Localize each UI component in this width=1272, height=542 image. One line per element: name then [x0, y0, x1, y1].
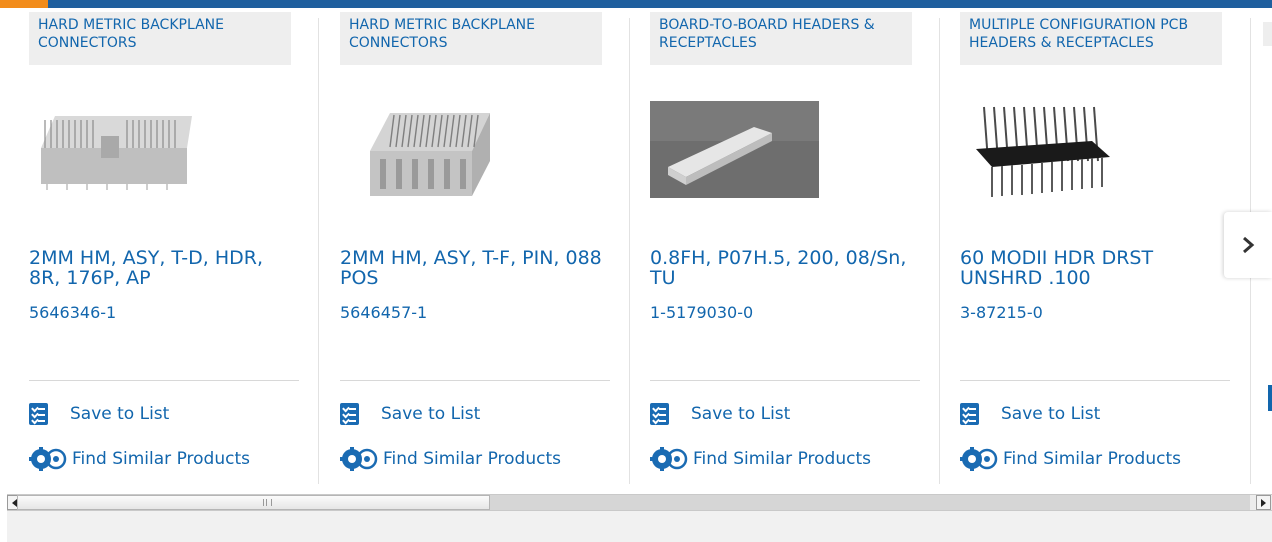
product-card: BOARD-TO-BOARD HEADERS & RECEPTACLES 0.8… [631, 8, 921, 484]
product-image[interactable] [974, 101, 1119, 201]
top-accent-bar [0, 0, 1272, 8]
find-similar-products-button[interactable]: Find Similar Products [960, 447, 1181, 471]
scroll-right-button[interactable] [1256, 495, 1271, 510]
part-number-link[interactable]: 1-5179030-0 [650, 303, 753, 322]
carousel-next-button[interactable] [1224, 212, 1272, 278]
product-title-link[interactable]: 60 MODII HDR DRST UNSHRD .100 [960, 248, 1222, 288]
product-title-link[interactable]: 2MM HM, ASY, T-D, HDR, 8R, 176P, AP [29, 248, 291, 288]
product-card: HARD METRIC BACKPLANE CONNECTORS 2MM HM,… [321, 8, 611, 484]
product-title-link[interactable]: 2MM HM, ASY, T-F, PIN, 088 POS [340, 248, 602, 288]
save-to-list-label: Save to List [381, 404, 481, 424]
product-image[interactable] [37, 108, 192, 190]
checklist-icon [960, 403, 979, 425]
find-similar-label: Find Similar Products [693, 449, 871, 469]
find-similar-products-button[interactable]: Find Similar Products [340, 447, 561, 471]
category-label[interactable]: MULTIPLE CONFIGURATION PCB HEADERS & REC… [960, 12, 1222, 65]
save-to-list-label: Save to List [70, 404, 170, 424]
divider [29, 380, 299, 381]
arrow-right-icon [1261, 498, 1266, 507]
save-to-list-label: Save to List [691, 404, 791, 424]
scrollbar-track[interactable] [490, 495, 1250, 510]
divider [960, 380, 1230, 381]
category-label[interactable]: HARD METRIC BACKPLANE CONNECTORS [340, 12, 602, 65]
product-image[interactable] [650, 101, 819, 198]
save-to-list-button[interactable]: Save to List [29, 402, 169, 426]
next-card-category-edge [1263, 22, 1272, 46]
gears-icon [650, 447, 688, 471]
checklist-icon [650, 403, 669, 425]
gears-icon [340, 447, 378, 471]
horizontal-scrollbar[interactable] [7, 494, 1272, 511]
save-to-list-button[interactable]: Save to List [340, 402, 480, 426]
part-number-link[interactable]: 3-87215-0 [960, 303, 1043, 322]
gears-icon [29, 447, 67, 471]
top-accent-highlight [0, 0, 48, 8]
find-similar-products-button[interactable]: Find Similar Products [650, 447, 871, 471]
product-card: MULTIPLE CONFIGURATION PCB HEADERS & REC… [941, 8, 1231, 484]
bottom-gutter [7, 511, 1272, 542]
category-label[interactable]: BOARD-TO-BOARD HEADERS & RECEPTACLES [650, 12, 912, 65]
card-separator [629, 18, 630, 484]
checklist-icon [340, 403, 359, 425]
save-to-list-button[interactable]: Save to List [960, 402, 1100, 426]
part-number-link[interactable]: 5646346-1 [29, 303, 116, 322]
find-similar-label: Find Similar Products [72, 449, 250, 469]
divider [650, 380, 920, 381]
scrollbar-grip [263, 499, 272, 506]
chevron-right-icon [1243, 236, 1255, 254]
product-card: HARD METRIC BACKPLANE CONNECTORS 2MM HM,… [10, 8, 300, 484]
checklist-icon [29, 403, 48, 425]
part-number-link[interactable]: 5646457-1 [340, 303, 427, 322]
category-label[interactable]: HARD METRIC BACKPLANE CONNECTORS [29, 12, 291, 65]
find-similar-label: Find Similar Products [1003, 449, 1181, 469]
product-title-link[interactable]: 0.8FH, P07H.5, 200, 08/Sn, TU [650, 248, 912, 288]
save-to-list-button[interactable]: Save to List [650, 402, 790, 426]
save-to-list-label: Save to List [1001, 404, 1101, 424]
divider [340, 380, 610, 381]
gears-icon [960, 447, 998, 471]
card-separator [939, 18, 940, 484]
find-similar-products-button[interactable]: Find Similar Products [29, 447, 250, 471]
find-similar-label: Find Similar Products [383, 449, 561, 469]
product-image[interactable] [340, 101, 512, 207]
card-separator [318, 18, 319, 484]
next-card-icon-edge [1268, 385, 1272, 411]
scrollbar-thumb[interactable] [17, 495, 490, 510]
